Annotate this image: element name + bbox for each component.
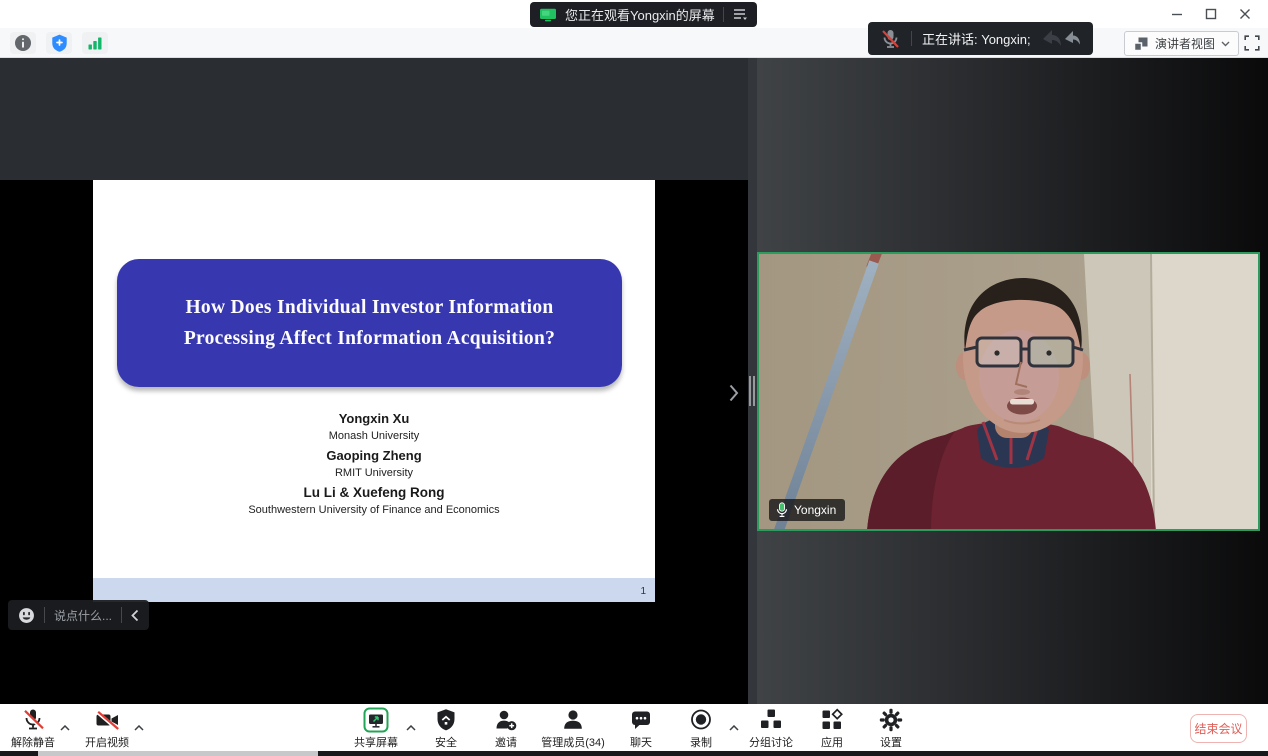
apps-icon xyxy=(819,707,845,733)
collapse-chat-icon[interactable] xyxy=(131,609,139,622)
view-options-menu-icon[interactable] xyxy=(732,7,748,22)
video-panel: Yongxin xyxy=(757,58,1268,704)
author-name: Gaoping Zheng xyxy=(93,448,655,463)
slide-title-box: How Does Individual Investor Information… xyxy=(117,259,622,387)
start-video-label: 开启视频 xyxy=(85,734,129,750)
invite-person-icon xyxy=(493,707,519,733)
minimize-icon xyxy=(1171,8,1183,20)
info-icon xyxy=(14,34,32,52)
settings-button[interactable]: 设置 xyxy=(852,707,930,751)
layout-view-icon xyxy=(1133,36,1149,52)
mic-active-icon xyxy=(776,502,788,518)
security-shield-icon xyxy=(433,707,459,733)
participants-icon xyxy=(560,707,586,733)
slide-page-number: 1 xyxy=(640,586,646,597)
participant-video[interactable]: Yongxin xyxy=(757,252,1260,531)
annotation-arrows-icon[interactable] xyxy=(1041,28,1081,50)
slide-title-line2: Processing Affect Information Acquisitio… xyxy=(184,328,555,350)
shared-screen-area: How Does Individual Investor Information… xyxy=(0,58,748,704)
network-quality-button[interactable] xyxy=(82,32,108,54)
manage-participants-label: 管理成员(34) xyxy=(541,734,605,750)
record-icon xyxy=(688,707,714,733)
author-affiliation: Southwestern University of Finance and E… xyxy=(93,504,655,516)
presentation-slide: How Does Individual Investor Information… xyxy=(93,180,655,602)
breakout-rooms-label: 分组讨论 xyxy=(749,734,793,750)
author-name: Yongxin Xu xyxy=(93,411,655,426)
close-button[interactable] xyxy=(1228,0,1262,28)
muted-mic-icon xyxy=(880,28,901,50)
author-affiliation: Monash University xyxy=(93,430,655,442)
breakout-rooms-icon xyxy=(758,707,784,733)
participant-video-image xyxy=(759,254,1260,529)
participant-name-label: Yongxin xyxy=(794,503,836,517)
chevron-up-icon xyxy=(134,725,144,731)
chevron-right-icon xyxy=(729,384,739,402)
speaker-view-label: 演讲者视图 xyxy=(1155,35,1215,52)
apps-label: 应用 xyxy=(821,734,843,750)
close-icon xyxy=(1239,8,1251,20)
speaker-view-button[interactable]: 演讲者视图 xyxy=(1124,31,1239,56)
share-screen-icon xyxy=(363,707,389,733)
participant-name-badge: Yongxin xyxy=(769,499,845,521)
end-meeting-button[interactable]: 结束会议 xyxy=(1190,714,1247,743)
settings-gear-icon xyxy=(878,707,904,733)
watching-screen-pill: 您正在观看Yongxin的屏幕 xyxy=(530,2,757,27)
divider-drag-handle[interactable] xyxy=(749,376,755,406)
author-name: Lu Li & Xuefeng Rong xyxy=(93,485,655,500)
expand-panel-button[interactable] xyxy=(726,383,742,403)
scrollbar-thumb[interactable] xyxy=(38,751,318,756)
chat-input[interactable]: 说点什么... xyxy=(54,607,112,624)
screen-share-active-icon xyxy=(539,8,557,22)
video-options-caret[interactable] xyxy=(132,722,146,734)
window-controls xyxy=(1160,0,1262,28)
slide-footer-bar: 1 xyxy=(93,578,655,602)
active-speaker-pill: 正在讲话: Yongxin; xyxy=(868,22,1093,55)
fullscreen-button[interactable] xyxy=(1242,33,1262,53)
horizontal-scrollbar[interactable] xyxy=(0,751,1268,756)
minimize-button[interactable] xyxy=(1160,0,1194,28)
fullscreen-icon xyxy=(1244,35,1260,51)
zoom-meeting-window: 您正在观看Yongxin的屏幕 正在讲话: Yongxin; xyxy=(0,0,1268,756)
meeting-info-button[interactable] xyxy=(10,32,36,54)
chat-bubble-icon xyxy=(628,707,654,733)
panel-divider[interactable] xyxy=(748,58,757,704)
pill-divider xyxy=(121,607,122,623)
shared-screen-top-band xyxy=(0,58,748,180)
meeting-toolbar: 解除静音 开启视频 共享屏幕 xyxy=(0,704,1268,751)
pill-divider xyxy=(723,7,724,22)
share-screen-label: 共享屏幕 xyxy=(354,734,398,750)
author-affiliation: RMIT University xyxy=(93,467,655,479)
watching-screen-label: 您正在观看Yongxin的屏幕 xyxy=(565,5,715,24)
chat-label: 聊天 xyxy=(630,734,652,750)
slide-title-line1: How Does Individual Investor Information xyxy=(185,297,553,319)
manage-participants-button[interactable]: 管理成员(34) xyxy=(534,707,612,751)
security-label: 安全 xyxy=(435,734,457,750)
network-signal-icon xyxy=(86,34,104,52)
encryption-shield-icon xyxy=(50,33,69,53)
maximize-button[interactable] xyxy=(1194,0,1228,28)
maximize-icon xyxy=(1205,8,1217,20)
slide-authors: Yongxin Xu Monash University Gaoping Zhe… xyxy=(93,405,655,516)
emoji-reactions-icon[interactable] xyxy=(18,607,35,624)
active-speaker-label: 正在讲话: Yongxin; xyxy=(922,29,1031,48)
record-label: 录制 xyxy=(690,734,712,750)
chat-quick-pill: 说点什么... xyxy=(8,600,149,630)
encryption-button[interactable] xyxy=(46,32,72,54)
camera-off-icon xyxy=(94,707,121,733)
pill-divider xyxy=(911,31,912,46)
unmute-label: 解除静音 xyxy=(11,734,55,750)
mic-muted-icon xyxy=(20,707,46,733)
chevron-down-icon xyxy=(1221,41,1230,47)
settings-label: 设置 xyxy=(880,734,902,750)
invite-label: 邀请 xyxy=(495,734,517,750)
pill-divider xyxy=(44,607,45,623)
